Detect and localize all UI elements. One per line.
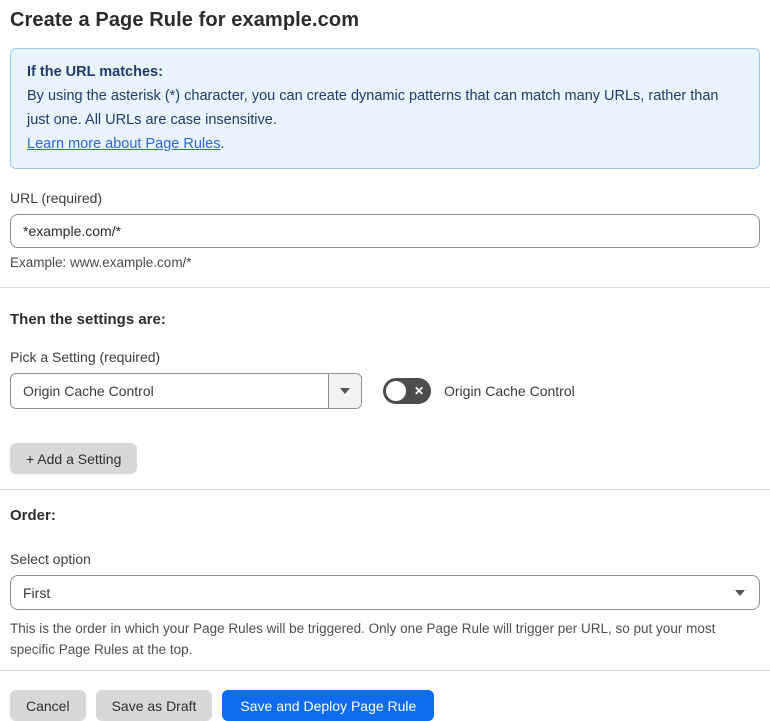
order-select[interactable]: First bbox=[10, 575, 760, 610]
info-box-heading: If the URL matches: bbox=[27, 64, 163, 80]
toggle-knob bbox=[386, 381, 406, 401]
divider bbox=[0, 670, 770, 671]
link-suffix: . bbox=[220, 136, 225, 152]
settings-section-heading: Then the settings are: bbox=[10, 311, 166, 328]
page-title: Create a Page Rule for example.com bbox=[10, 9, 360, 31]
url-match-info-box: If the URL matches: By using the asteris… bbox=[10, 48, 760, 169]
order-helper-text: This is the order in which your Page Rul… bbox=[10, 621, 716, 657]
url-example-helper: Example: www.example.com/* bbox=[10, 255, 192, 270]
pick-setting-label: Pick a Setting (required) bbox=[10, 349, 161, 365]
toggle-label: Origin Cache Control bbox=[444, 383, 575, 399]
url-field-label: URL (required) bbox=[10, 190, 103, 206]
info-box-body: By using the asterisk (*) character, you… bbox=[27, 88, 719, 152]
order-select-label: Select option bbox=[10, 551, 91, 567]
learn-more-link[interactable]: Learn more about Page Rules bbox=[27, 136, 220, 152]
divider bbox=[0, 489, 770, 490]
footer-actions: Cancel Save as Draft Save and Deploy Pag… bbox=[10, 690, 760, 721]
order-select-value: First bbox=[23, 584, 51, 601]
setting-row: Origin Cache Control ✕ Origin Cache Cont… bbox=[10, 373, 760, 409]
order-section-heading: Order: bbox=[10, 507, 56, 524]
setting-select-value: Origin Cache Control bbox=[23, 383, 154, 399]
page-rule-form: Create a Page Rule for example.com If th… bbox=[0, 0, 770, 721]
chevron-down-icon bbox=[735, 590, 745, 596]
origin-cache-control-toggle[interactable]: ✕ bbox=[383, 378, 431, 404]
dropdown-arrow-button[interactable] bbox=[328, 374, 361, 408]
save-as-draft-button[interactable]: Save as Draft bbox=[95, 690, 213, 721]
divider bbox=[0, 287, 770, 288]
save-and-deploy-button[interactable]: Save and Deploy Page Rule bbox=[222, 690, 435, 721]
cancel-button[interactable]: Cancel bbox=[10, 690, 86, 721]
setting-select[interactable]: Origin Cache Control bbox=[10, 373, 362, 409]
toggle-off-icon: ✕ bbox=[413, 384, 424, 398]
add-setting-button[interactable]: + Add a Setting bbox=[10, 443, 138, 474]
url-input[interactable] bbox=[10, 214, 760, 248]
chevron-down-icon bbox=[340, 388, 350, 394]
